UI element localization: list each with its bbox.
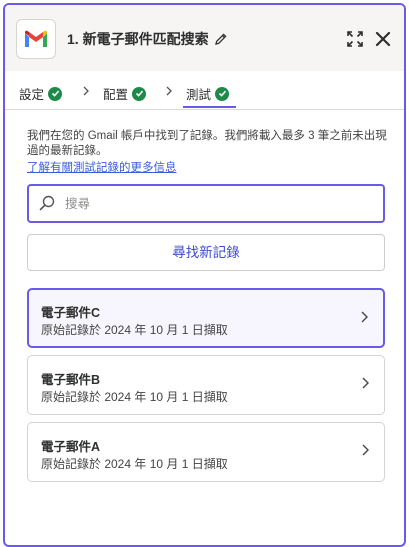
record-item[interactable]: 電子郵件B 原始記錄於 2024 年 10 月 1 日擷取 (27, 355, 385, 415)
chevron-right-icon (362, 377, 369, 389)
chevron-right-icon (361, 311, 368, 323)
active-tab-indicator (183, 106, 236, 108)
search-input[interactable] (63, 193, 367, 215)
panel-header: 1. 新電子郵件匹配搜索 (5, 5, 404, 71)
record-item[interactable]: 電子郵件A 原始記錄於 2024 年 10 月 1 日擷取 (27, 422, 385, 482)
record-item[interactable]: 電子郵件C 原始記錄於 2024 年 10 月 1 日擷取 (27, 288, 385, 348)
check-icon (48, 86, 63, 101)
record-subtitle: 原始記錄於 2024 年 10 月 1 日擷取 (41, 390, 228, 404)
record-title: 電子郵件A (41, 440, 101, 454)
record-title: 電子郵件B (41, 373, 101, 387)
step-title[interactable]: 1. 新電子郵件匹配搜索 (67, 29, 209, 49)
step-tabs: 設定 配置 測試 (5, 71, 404, 110)
chevron-right-icon (166, 86, 172, 96)
step-panel: 1. 新電子郵件匹配搜索 設定 配置 測試 我們在您的 Gmail 帳戶中找到了… (3, 3, 406, 547)
pencil-icon[interactable] (214, 32, 228, 46)
search-box[interactable] (27, 184, 385, 223)
tab-setup[interactable]: 設定 (19, 84, 63, 103)
record-subtitle: 原始記錄於 2024 年 10 月 1 日擷取 (41, 457, 228, 471)
expand-icon[interactable] (346, 30, 364, 48)
close-icon[interactable] (375, 31, 391, 47)
tab-setup-label: 設定 (19, 88, 45, 102)
record-title: 電子郵件C (41, 306, 101, 320)
tab-test[interactable]: 測試 (186, 84, 230, 103)
find-new-records-button[interactable]: 尋找新記錄 (27, 234, 385, 271)
tab-test-label: 測試 (186, 88, 212, 102)
check-icon (132, 86, 147, 101)
gmail-logo (16, 19, 56, 59)
tab-configure[interactable]: 配置 (103, 84, 147, 103)
learn-more-link[interactable]: 了解有關測試記錄的更多信息 (27, 159, 177, 175)
check-icon (215, 86, 230, 101)
tab-configure-label: 配置 (103, 88, 129, 102)
chevron-right-icon (362, 444, 369, 456)
info-text: 我們在您的 Gmail 帳戶中找到了記錄。我們將載入最多 3 筆之前未出現過的最… (27, 130, 387, 157)
record-subtitle: 原始記錄於 2024 年 10 月 1 日擷取 (41, 323, 228, 337)
chevron-right-icon (83, 86, 89, 96)
search-icon (39, 195, 55, 211)
